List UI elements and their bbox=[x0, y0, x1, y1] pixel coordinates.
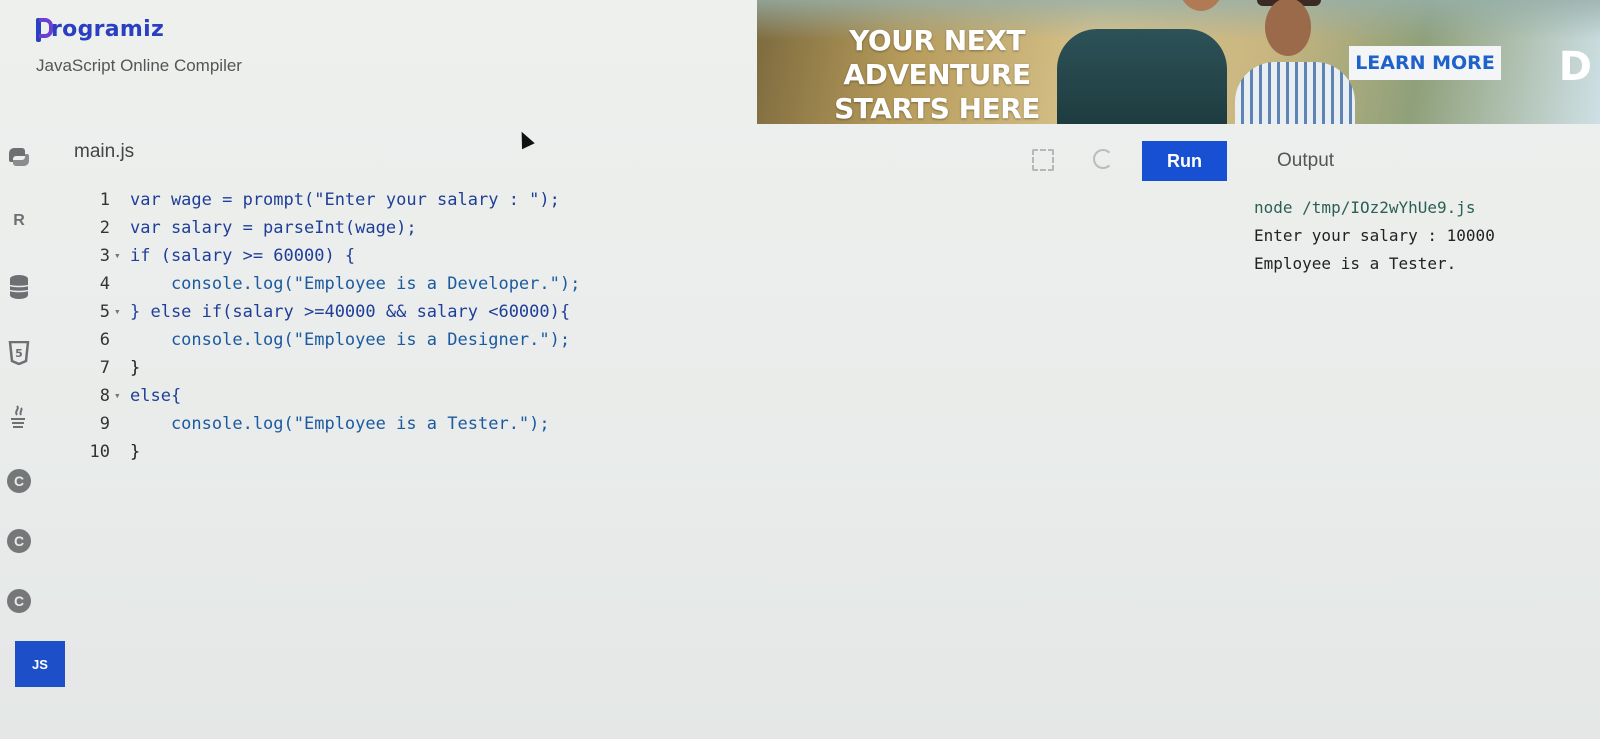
line-number: 7 bbox=[99, 358, 110, 378]
code-line[interactable]: 3 ▾ if (salary >= 60000) { bbox=[80, 242, 780, 270]
line-number: 2 bbox=[99, 218, 110, 238]
line-number: 1 bbox=[99, 190, 110, 210]
fold-toggle[interactable]: ▾ bbox=[114, 382, 124, 410]
fullscreen-icon[interactable] bbox=[1032, 149, 1054, 171]
banner-person-image bbox=[1235, 0, 1355, 124]
fold-toggle bbox=[114, 438, 124, 466]
fold-toggle bbox=[114, 214, 124, 242]
theme-toggle-icon[interactable] bbox=[1093, 149, 1113, 169]
banner-headline: YOUR NEXT ADVENTURE STARTS HERE bbox=[787, 24, 1087, 124]
banner-headline-line2: STARTS HERE bbox=[834, 92, 1040, 124]
run-button[interactable]: Run bbox=[1142, 141, 1227, 181]
javascript-language-button[interactable]: JS bbox=[15, 641, 65, 687]
code-line[interactable]: 2 var salary = parseInt(wage); bbox=[80, 214, 780, 242]
file-tab-main-js[interactable]: main.js bbox=[74, 141, 134, 163]
database-icon[interactable] bbox=[4, 272, 34, 302]
r-icon[interactable]: R bbox=[4, 206, 34, 236]
html5-icon[interactable]: 5 bbox=[4, 338, 34, 368]
code-text[interactable]: console.log("Employee is a Tester."); bbox=[124, 410, 550, 438]
code-line[interactable]: 7 } bbox=[80, 354, 780, 382]
csharp-icon[interactable]: C bbox=[4, 586, 34, 616]
code-line[interactable]: 5 ▾ } else if(salary >=40000 && salary <… bbox=[80, 298, 780, 326]
console-command-line: node /tmp/IOz2wYhUe9.js bbox=[1254, 198, 1476, 217]
fold-toggle[interactable]: ▾ bbox=[114, 242, 124, 270]
r-glyph: R bbox=[13, 212, 25, 229]
code-text[interactable]: else{ bbox=[124, 382, 181, 410]
code-text[interactable]: if (salary >= 60000) { bbox=[124, 242, 355, 270]
page-subtitle: JavaScript Online Compiler bbox=[36, 56, 242, 75]
html5-glyph: 5 bbox=[15, 347, 23, 360]
code-text[interactable]: console.log("Employee is a Designer."); bbox=[124, 326, 570, 354]
programiz-logo-icon bbox=[36, 14, 53, 44]
code-text[interactable]: } bbox=[124, 354, 140, 382]
ad-banner[interactable]: YOUR NEXT ADVENTURE STARTS HERE LEARN MO… bbox=[757, 0, 1600, 124]
banner-person-image bbox=[1057, 0, 1227, 124]
code-line[interactable]: 8 ▾ else{ bbox=[80, 382, 780, 410]
code-text[interactable]: var wage = prompt("Enter your salary : "… bbox=[124, 186, 560, 214]
line-number: 6 bbox=[99, 330, 110, 350]
python-icon[interactable] bbox=[4, 142, 34, 172]
code-text[interactable]: var salary = parseInt(wage); bbox=[124, 214, 417, 242]
fold-toggle bbox=[114, 410, 124, 438]
programiz-logo[interactable]: rogramiz bbox=[36, 14, 242, 44]
learn-more-button[interactable]: LEARN MORE bbox=[1349, 46, 1501, 80]
code-line[interactable]: 1 var wage = prompt("Enter your salary :… bbox=[80, 186, 780, 214]
console-output-line: Enter your salary : 10000 bbox=[1254, 226, 1495, 245]
c-glyph: C bbox=[7, 469, 31, 493]
line-number: 8 bbox=[99, 386, 110, 406]
brand-header: rogramiz JavaScript Online Compiler bbox=[36, 14, 242, 76]
csharp-glyph: C bbox=[7, 589, 31, 613]
code-line[interactable]: 10 } bbox=[80, 438, 780, 466]
banner-partial-text: D bbox=[1558, 44, 1592, 90]
logo-text: rogramiz bbox=[51, 16, 165, 42]
code-line[interactable]: 9 console.log("Employee is a Tester."); bbox=[80, 410, 780, 438]
line-number: 9 bbox=[99, 414, 110, 434]
code-text[interactable]: } else if(salary >=40000 && salary <6000… bbox=[124, 298, 570, 326]
console-output-line: Employee is a Tester. bbox=[1254, 254, 1457, 273]
mouse-cursor-icon bbox=[515, 128, 535, 150]
code-editor[interactable]: 1 var wage = prompt("Enter your salary :… bbox=[80, 186, 780, 466]
code-line[interactable]: 4 console.log("Employee is a Developer."… bbox=[80, 270, 780, 298]
java-icon[interactable] bbox=[4, 402, 34, 432]
line-number: 4 bbox=[99, 274, 110, 294]
code-line[interactable]: 6 console.log("Employee is a Designer.")… bbox=[80, 326, 780, 354]
code-text[interactable]: console.log("Employee is a Developer."); bbox=[124, 270, 580, 298]
fold-toggle bbox=[114, 326, 124, 354]
line-number: 5 bbox=[99, 302, 110, 322]
output-console[interactable]: node /tmp/IOz2wYhUe9.js Enter your salar… bbox=[1254, 194, 1584, 278]
output-label: Output bbox=[1277, 150, 1335, 171]
cpp-icon[interactable]: C bbox=[4, 526, 34, 556]
fold-toggle bbox=[114, 270, 124, 298]
code-text[interactable]: } bbox=[124, 438, 140, 466]
cpp-glyph: C bbox=[7, 529, 31, 553]
line-number: 3 bbox=[99, 246, 110, 266]
fold-toggle bbox=[114, 186, 124, 214]
c-icon[interactable]: C bbox=[4, 466, 34, 496]
fold-toggle bbox=[114, 354, 124, 382]
fold-toggle[interactable]: ▾ bbox=[114, 298, 124, 326]
line-number: 10 bbox=[89, 442, 110, 462]
banner-headline-line1: YOUR NEXT ADVENTURE bbox=[843, 24, 1031, 91]
